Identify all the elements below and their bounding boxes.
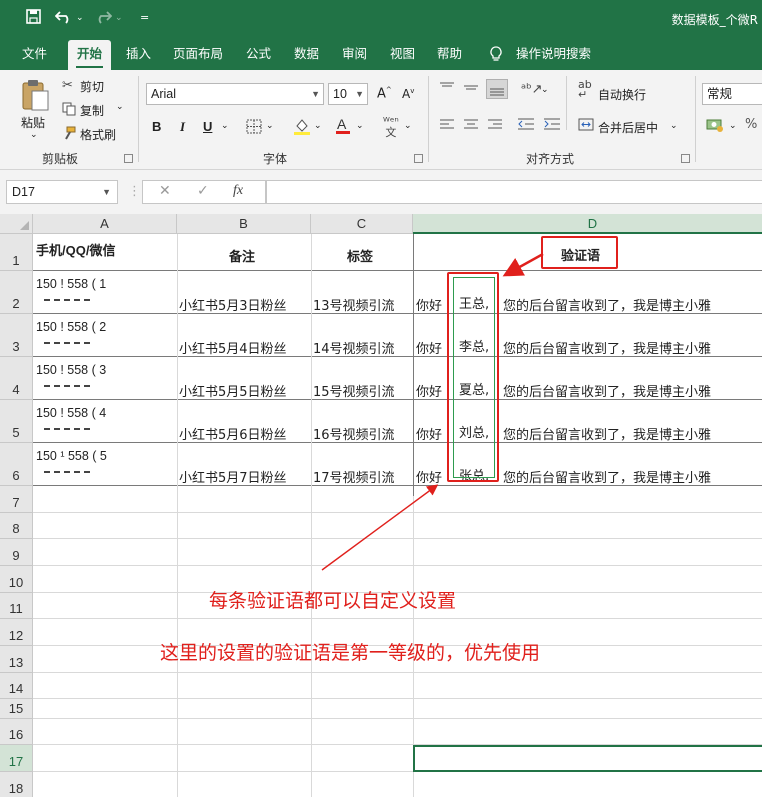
number-format-combo[interactable]: 常规: [702, 83, 762, 105]
align-center-icon[interactable]: [464, 118, 478, 134]
italic-button[interactable]: I: [180, 119, 185, 135]
arrow-to-names: [502, 252, 544, 277]
increase-indent-icon[interactable]: [544, 118, 560, 134]
title-bar: ⌄ ⌄ = 数据模板_个微R: [0, 0, 762, 38]
chevron-down-icon: ▼: [355, 89, 364, 99]
font-name-combo[interactable]: Arial ▼: [146, 83, 324, 105]
underline-dropdown-icon[interactable]: ⌄: [221, 121, 229, 131]
orientation-dropdown-icon[interactable]: ⌄: [541, 85, 549, 95]
formula-buttons: ✕ ✓ fx: [142, 180, 266, 204]
tab-view[interactable]: 视图: [390, 38, 415, 70]
fill-color-icon[interactable]: [293, 117, 311, 139]
undo-icon[interactable]: [54, 9, 73, 28]
fill-color-dropdown-icon[interactable]: ⌄: [314, 121, 322, 131]
save-icon[interactable]: [26, 9, 41, 28]
phonetic-guide-icon[interactable]: ᵂᵉⁿ 文: [383, 116, 399, 138]
underline-button[interactable]: U: [203, 119, 212, 134]
annotation-note-customizable: 每条验证语都可以自定义设置: [209, 590, 457, 612]
copy-button[interactable]: 复制: [80, 102, 104, 119]
tab-formulas[interactable]: 公式: [246, 38, 271, 70]
ribbon-separator: [428, 76, 429, 162]
annotation-arrows: [321, 252, 544, 571]
format-painter-button[interactable]: 格式刷: [80, 126, 116, 143]
ribbon-separator: [138, 76, 139, 162]
redo-icon[interactable]: [94, 9, 113, 28]
font-size-value: 10: [333, 87, 347, 101]
accounting-format-icon[interactable]: [706, 117, 724, 137]
tab-page-layout[interactable]: 页面布局: [173, 38, 223, 70]
merge-center-button[interactable]: 合并后居中: [598, 119, 658, 136]
tab-review[interactable]: 审阅: [342, 38, 367, 70]
wrap-text-icon[interactable]: ab ↵: [578, 79, 592, 100]
clipboard-group-label: 剪贴板: [42, 152, 79, 166]
font-group-label: 字体: [263, 152, 288, 166]
align-top-icon[interactable]: [440, 82, 454, 98]
tab-help[interactable]: 帮助: [437, 38, 462, 70]
ribbon-tabs: 文件 开始 插入 页面布局 公式 数据 审阅 视图 帮助 操作说明搜索: [0, 38, 762, 70]
paste-icon[interactable]: [20, 78, 50, 116]
copy-icon[interactable]: [62, 102, 76, 120]
window-title: 数据模板_个微R: [671, 13, 758, 27]
align-bottom-icon[interactable]: [486, 79, 508, 99]
decrease-indent-icon[interactable]: [518, 118, 534, 134]
merge-center-icon[interactable]: [578, 118, 594, 135]
enter-icon[interactable]: ✓: [197, 183, 209, 199]
format-painter-icon[interactable]: [62, 126, 76, 144]
tell-me-search[interactable]: 操作说明搜索: [516, 38, 591, 70]
phonetic-dropdown-icon[interactable]: ⌄: [404, 121, 412, 131]
tab-home[interactable]: 开始: [68, 40, 112, 70]
tab-insert[interactable]: 插入: [126, 38, 151, 70]
font-color-icon[interactable]: A: [335, 116, 351, 139]
chevron-down-icon: ▼: [102, 187, 111, 197]
number-format-value: 常规: [707, 87, 733, 101]
annotation-note-priority: 这里的设置的验证语是第一等级的，优先使用: [160, 642, 541, 664]
chevron-down-icon: ▼: [311, 89, 320, 99]
copy-dropdown-icon[interactable]: ⌄: [116, 102, 124, 112]
ribbon-separator: [695, 76, 696, 162]
font-size-combo[interactable]: 10 ▼: [328, 83, 368, 105]
accounting-dropdown-icon[interactable]: ⌄: [729, 121, 737, 131]
font-color-dropdown-icon[interactable]: ⌄: [356, 121, 364, 131]
font-name-value: Arial: [151, 87, 177, 101]
ribbon: 粘贴 ⌄ ✂ 剪切 复制 ⌄ 格式刷 剪贴板 Arial ▼ 10 ▼ A^ A…: [0, 70, 762, 170]
tab-data[interactable]: 数据: [294, 38, 319, 70]
grow-font-button[interactable]: A^: [377, 86, 392, 101]
paste-button[interactable]: 粘贴: [21, 114, 45, 131]
spreadsheet-grid: A B C D 1 2 3 4 5 6 7 8 9 10 11 12 13 14 15 16 17 18 手机/Q…: [0, 214, 762, 797]
customize-quick-access-icon[interactable]: =: [140, 11, 149, 24]
formula-bar: D17 ▼ ⋮ ✕ ✓ fx: [0, 170, 762, 214]
alignment-group-label: 对齐方式: [526, 152, 575, 166]
formula-input[interactable]: [266, 180, 762, 204]
wrap-text-button[interactable]: 自动换行: [598, 86, 646, 103]
paste-dropdown-icon[interactable]: ⌄: [30, 130, 38, 140]
align-middle-icon[interactable]: [464, 82, 478, 98]
arrow-from-note: [321, 484, 439, 571]
borders-icon[interactable]: [246, 119, 262, 138]
cut-button[interactable]: 剪切: [80, 78, 104, 95]
bold-button[interactable]: B: [152, 119, 161, 134]
undo-dropdown-icon[interactable]: ⌄: [76, 13, 84, 23]
align-left-icon[interactable]: [440, 118, 454, 134]
shrink-font-button[interactable]: Av: [402, 87, 414, 101]
redo-dropdown-icon[interactable]: ⌄: [115, 13, 123, 23]
cancel-icon[interactable]: ✕: [159, 183, 171, 199]
lightbulb-icon[interactable]: [490, 38, 502, 70]
ribbon-separator: [566, 76, 567, 130]
cut-icon[interactable]: ✂: [62, 78, 73, 93]
name-box-value: D17: [12, 185, 35, 199]
insert-function-icon[interactable]: fx: [233, 183, 243, 199]
merge-dropdown-icon[interactable]: ⌄: [670, 121, 678, 131]
orientation-icon[interactable]: ᵃᵇ↗: [521, 82, 543, 97]
tab-file[interactable]: 文件: [22, 38, 47, 70]
font-launcher-icon[interactable]: [414, 154, 423, 163]
percent-style-icon[interactable]: %: [745, 117, 757, 132]
alignment-launcher-icon[interactable]: [681, 154, 690, 163]
borders-dropdown-icon[interactable]: ⌄: [266, 121, 274, 131]
formula-bar-grip-icon: ⋮: [128, 184, 141, 199]
svg-text:A: A: [337, 116, 347, 132]
clipboard-launcher-icon[interactable]: [124, 154, 133, 163]
align-right-icon[interactable]: [488, 118, 502, 134]
name-box[interactable]: D17 ▼: [6, 180, 118, 204]
